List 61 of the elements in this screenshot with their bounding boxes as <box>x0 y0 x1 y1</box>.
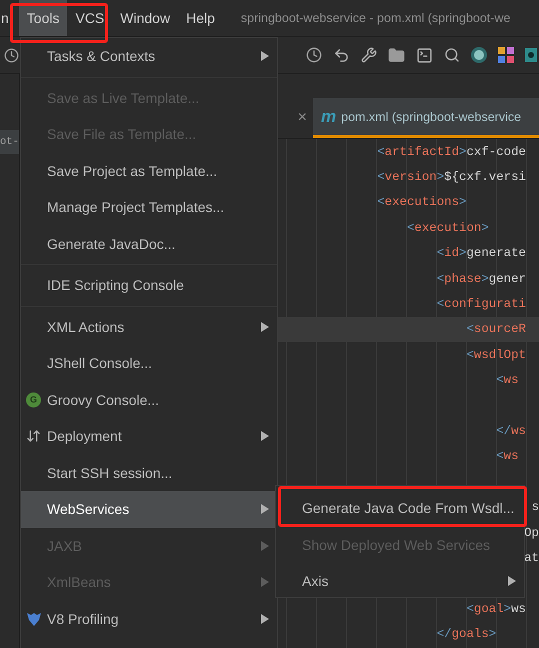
submenu-arrow-icon <box>261 614 269 624</box>
code-line: <phase>gener <box>436 270 527 288</box>
clock-icon[interactable] <box>306 47 322 63</box>
code-line: <ws <box>495 372 520 390</box>
menu-item[interactable]: Save Project as Template... <box>21 152 277 189</box>
search-icon[interactable] <box>444 47 460 63</box>
close-tab-button[interactable]: × <box>298 109 307 127</box>
target-icon[interactable] <box>471 47 487 63</box>
editor-tab[interactable]: m pom.xml (springboot-webservice <box>313 98 539 138</box>
menu-item[interactable]: IDE Scripting Console <box>21 267 277 304</box>
menu-item[interactable]: G Groovy Console... <box>21 382 277 418</box>
menu-bar-item[interactable]: Window <box>112 0 178 36</box>
menu-item[interactable]: Axis <box>276 563 524 600</box>
window-title: springboot-webservice - pom.xml (springboot-we <box>240 11 510 25</box>
maven-icon: m <box>321 106 336 126</box>
terminal-icon[interactable] <box>416 46 433 64</box>
menu-bar-item[interactable]: Help <box>178 0 223 36</box>
wrench-icon[interactable] <box>361 47 377 63</box>
folder-icon[interactable] <box>388 46 405 64</box>
menu-item[interactable]: JShell Console... <box>21 345 277 382</box>
code-line: s <box>532 500 539 514</box>
menu-item[interactable]: WebServices <box>21 491 277 528</box>
submenu-arrow-icon <box>261 577 269 588</box>
shield-icon <box>26 610 42 627</box>
submenu-arrow-icon <box>261 322 269 332</box>
menu-item[interactable]: Deployment <box>21 418 277 454</box>
arrows-icon <box>26 428 41 444</box>
undo-icon[interactable] <box>333 46 350 64</box>
menu-item[interactable]: Start SSH session... <box>21 454 277 491</box>
code-line: </ws <box>495 422 527 440</box>
submenu-arrow-icon <box>508 576 516 586</box>
code-line: <artifactId>cxf-code <box>376 144 527 161</box>
menu-bar-item[interactable]: VCS <box>67 0 112 36</box>
submenu-arrow-icon <box>261 504 269 514</box>
code-line: <configurati <box>436 296 527 314</box>
menu-item[interactable]: V8 Profiling <box>21 600 277 637</box>
menu-bar-item[interactable]: Tools <box>18 0 68 36</box>
grid-icon[interactable] <box>498 47 514 63</box>
submenu-arrow-icon <box>261 540 269 551</box>
code-line: <executions> <box>376 194 468 212</box>
code-line: <ws <box>495 448 520 466</box>
code-line: <execution> <box>406 220 490 237</box>
project-label: ot- <box>0 130 19 154</box>
code-line: Op <box>524 526 539 540</box>
submenu-arrow-icon <box>261 431 269 442</box>
menu-item[interactable]: Manage Project Templates... <box>21 189 277 226</box>
menu-item[interactable]: Tasks & Contexts <box>21 38 277 74</box>
code-line: <goal>ws <box>465 600 527 618</box>
menu-item[interactable]: Generate JavaDoc... <box>21 226 277 262</box>
code-line: <version>${cxf.versi <box>376 169 527 186</box>
code-line: <wsdlOpt <box>465 346 527 364</box>
code-line: at <box>524 550 539 565</box>
menu-item[interactable]: XML Actions <box>21 308 277 345</box>
tab-label: pom.xml (springboot-webservice <box>341 110 522 124</box>
menu-item[interactable]: Generate Java Code From Wsdl... <box>276 490 524 526</box>
clock-icon[interactable] <box>4 48 19 62</box>
code-line: <id>generate <box>436 245 527 262</box>
menu-bar-item[interactable]: n <box>0 0 19 36</box>
code-line: </goals> <box>436 626 498 644</box>
console-badge: G <box>26 392 41 408</box>
submenu-arrow-icon <box>261 51 269 62</box>
